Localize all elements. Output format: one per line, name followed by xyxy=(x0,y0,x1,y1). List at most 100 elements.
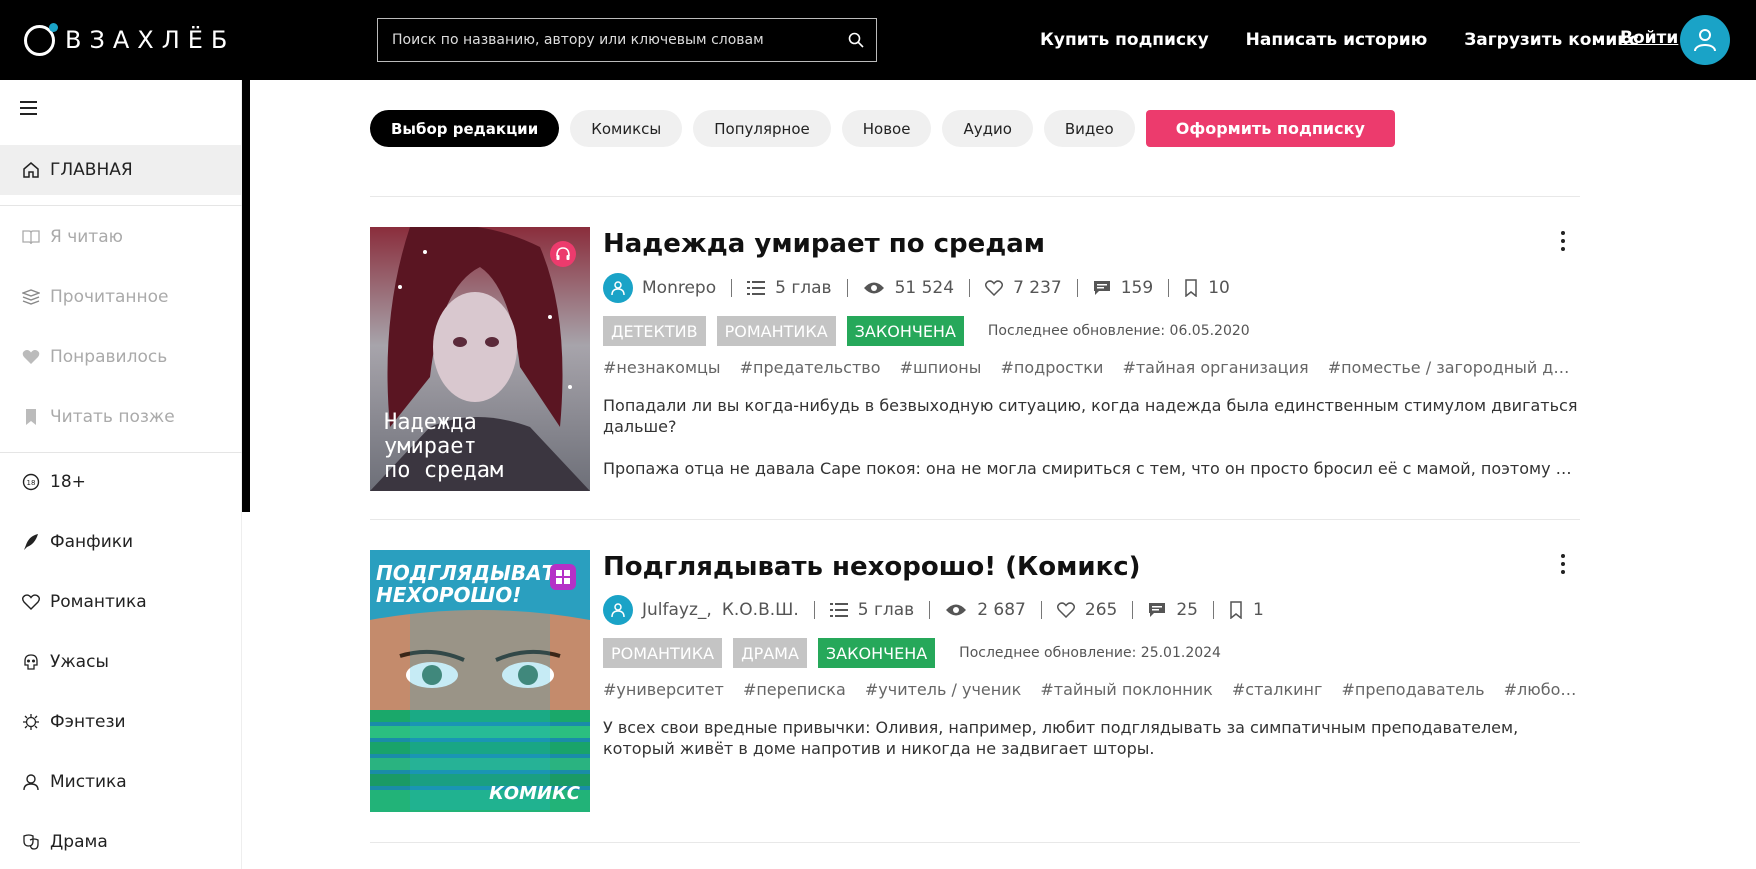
genre-tag[interactable]: ДРАМА xyxy=(733,638,807,668)
sidebar-item-drama[interactable]: Драма xyxy=(0,817,242,867)
sidebar-divider xyxy=(0,452,242,453)
upload-comic-link[interactable]: Загрузить комикс xyxy=(1464,30,1639,50)
divider xyxy=(370,842,1580,843)
subscribe-button[interactable]: Оформить подписку xyxy=(1145,110,1395,147)
dragon-icon xyxy=(20,711,42,733)
search-icon[interactable] xyxy=(836,19,876,61)
sidebar-item-label: Понравилось xyxy=(50,347,168,367)
sidebar-item-fanfics[interactable]: Фанфики xyxy=(0,517,242,567)
write-story-link[interactable]: Написать историю xyxy=(1246,30,1428,50)
hashtag[interactable]: #предательство xyxy=(740,358,881,377)
sidebar-item-mystic[interactable]: Мистика xyxy=(0,757,242,807)
bookmark-icon xyxy=(1230,601,1242,619)
sidebar-divider xyxy=(0,205,242,206)
story-title[interactable]: Подглядывать нехорошо! (Комикс) xyxy=(603,552,1141,582)
story-meta: Monrepo 5 глав 51 524 7 237 159 10 xyxy=(603,273,1230,303)
comment-icon xyxy=(1149,603,1166,617)
hashtag[interactable]: #поместье / загородный дом xyxy=(1328,358,1576,377)
filter-editors-choice[interactable]: Выбор редакции xyxy=(370,110,560,147)
sidebar-item-reading[interactable]: Я читаю xyxy=(0,212,242,262)
genre-tag[interactable]: ДЕТЕКТИВ xyxy=(603,316,706,346)
user-icon xyxy=(1694,29,1716,52)
sidebar-item-liked[interactable]: Понравилось xyxy=(0,332,242,382)
author-name[interactable]: Monrepo xyxy=(642,278,716,298)
bookmark-icon xyxy=(1185,279,1197,297)
hashtag[interactable]: #учитель / ученик xyxy=(865,680,1021,699)
sidebar-item-label: Мистика xyxy=(50,772,127,792)
story-tags: ДЕТЕКТИВ РОМАНТИКА ЗАКОНЧЕНА Последнее о… xyxy=(603,316,1250,346)
sidebar-item-horror[interactable]: Ужасы xyxy=(0,637,242,687)
comment-icon xyxy=(1093,281,1110,295)
hashtag[interactable]: #подростки xyxy=(1001,358,1104,377)
search-input[interactable] xyxy=(378,19,836,61)
chapters-count: 5 глав xyxy=(747,278,832,298)
likes-count[interactable]: 265 xyxy=(1056,600,1117,620)
bookmarks-count[interactable]: 10 xyxy=(1184,278,1230,298)
heart-outline-icon xyxy=(1056,602,1075,618)
comments-count[interactable]: 25 xyxy=(1148,600,1198,620)
filter-video[interactable]: Видео xyxy=(1043,110,1135,147)
filter-audio[interactable]: Аудио xyxy=(942,110,1033,147)
sidebar-item-label: Фэнтези xyxy=(50,712,126,732)
sidebar-item-label: Ужасы xyxy=(50,652,109,672)
hashtag[interactable]: #шпионы xyxy=(900,358,982,377)
more-options-icon[interactable] xyxy=(1560,229,1566,253)
hashtag[interactable]: #незнакомцы xyxy=(603,358,721,377)
book-open-icon xyxy=(20,226,42,248)
sidebar-item-romance[interactable]: Романтика xyxy=(0,577,242,627)
sidebar-scrollbar[interactable] xyxy=(242,80,250,512)
coauthor-name[interactable]: К.О.В.Ш. xyxy=(722,600,799,620)
sidebar-item-18plus[interactable]: 18 18+ xyxy=(0,457,242,507)
divider xyxy=(370,196,1580,197)
likes-count[interactable]: 7 237 xyxy=(985,278,1062,298)
story-tags: РОМАНТИКА ДРАМА ЗАКОНЧЕНА Последнее обно… xyxy=(603,638,1221,668)
more-options-icon[interactable] xyxy=(1560,552,1566,576)
sidebar-item-read[interactable]: Прочитанное xyxy=(0,272,242,322)
eye-icon xyxy=(863,282,884,294)
filter-comics[interactable]: Комиксы xyxy=(570,110,683,147)
author-avatar[interactable] xyxy=(603,595,633,625)
sidebar: ГЛАВНАЯ Я читаю Прочитанное Понравилось … xyxy=(0,80,242,869)
genre-tag[interactable]: РОМАНТИКА xyxy=(716,316,836,346)
hashtag[interactable]: #любовь к уч… xyxy=(1504,680,1578,699)
hashtag[interactable]: #переписка xyxy=(743,680,846,699)
filter-popular[interactable]: Популярное xyxy=(693,110,831,147)
hamburger-menu-icon[interactable] xyxy=(20,100,38,120)
story-card[interactable]: ПОДГЛЯДЫВАТЬ НЕХОРОШО! КОМИКС Подглядыва… xyxy=(370,550,1580,814)
story-cover[interactable]: ПОДГЛЯДЫВАТЬ НЕХОРОШО! КОМИКС xyxy=(370,550,590,814)
story-title[interactable]: Надежда умирает по средам xyxy=(603,229,1045,259)
home-icon xyxy=(20,159,42,181)
story-cover[interactable]: Надежда умирает по средам xyxy=(370,227,590,491)
genre-tag[interactable]: РОМАНТИКА xyxy=(603,638,723,668)
hashtag[interactable]: #сталкинг xyxy=(1232,680,1322,699)
author-avatar[interactable] xyxy=(603,273,633,303)
sidebar-item-read-later[interactable]: Читать позже xyxy=(0,392,242,442)
sidebar-item-label: ГЛАВНАЯ xyxy=(50,160,133,180)
comments-count[interactable]: 159 xyxy=(1093,278,1153,298)
sidebar-item-home[interactable]: ГЛАВНАЯ xyxy=(0,145,242,195)
sidebar-item-label: Фанфики xyxy=(50,532,134,552)
sidebar-item-fantasy[interactable]: Фэнтези xyxy=(0,697,242,747)
hashtag[interactable]: #тайная организация xyxy=(1122,358,1308,377)
filter-new[interactable]: Новое xyxy=(841,110,932,147)
sidebar-item-label: Прочитанное xyxy=(50,287,169,307)
site-logo[interactable]: ВЗАХЛЁБ xyxy=(24,22,235,58)
buy-subscription-link[interactable]: Купить подписку xyxy=(1040,30,1209,50)
heart-icon xyxy=(20,346,42,368)
login-link[interactable]: Войти xyxy=(1620,28,1678,48)
bookmarks-count[interactable]: 1 xyxy=(1229,600,1264,620)
hashtag[interactable]: #университет xyxy=(603,680,724,699)
hashtag[interactable]: #тайный поклонник xyxy=(1040,680,1212,699)
logo-text: ВЗАХЛЁБ xyxy=(65,26,236,54)
author-name[interactable]: Julfayz_, xyxy=(642,600,712,620)
hashtag[interactable]: #преподаватель xyxy=(1341,680,1484,699)
story-description: Попадали ли вы когда-нибудь в безвыходну… xyxy=(603,396,1578,436)
hashtag-list: #незнакомцы #предательство #шпионы #подр… xyxy=(603,358,1578,377)
cover-title-text: ПОДГЛЯДЫВАТЬ НЕХОРОШО! xyxy=(376,561,571,607)
user-avatar[interactable] xyxy=(1680,15,1730,65)
comic-icon xyxy=(556,570,570,584)
eye-icon xyxy=(946,604,967,616)
age-18-icon: 18 xyxy=(20,471,42,493)
top-header: ВЗАХЛЁБ Купить подписку Написать историю… xyxy=(0,0,1756,80)
story-card[interactable]: Надежда умирает по средам Надежда умирае… xyxy=(370,227,1580,491)
